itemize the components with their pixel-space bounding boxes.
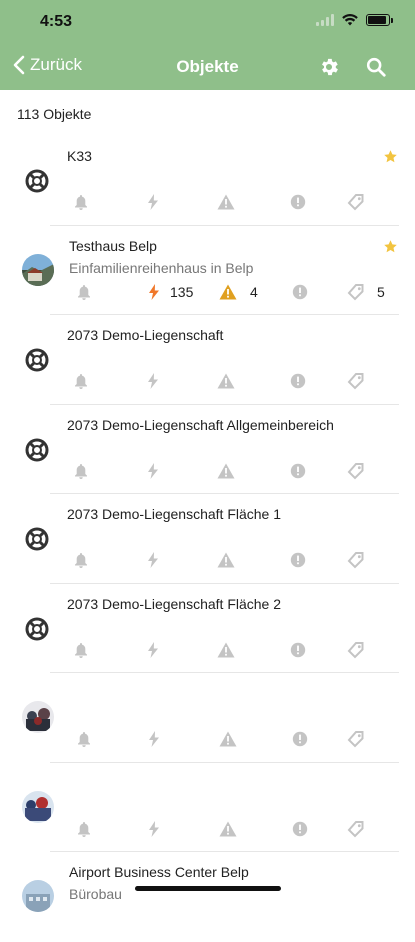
warning-icon (217, 463, 235, 478)
tags-icon (347, 462, 364, 479)
lightning-icon (148, 462, 158, 479)
object-metrics (0, 551, 415, 571)
energy-metric: 135 (148, 283, 193, 301)
lightning-icon (148, 552, 158, 568)
list-item[interactable] (0, 763, 415, 852)
warning-metric: 4 (219, 283, 258, 301)
warning-icon (217, 552, 235, 568)
bell-icon (75, 642, 87, 658)
object-photo-avatar (22, 253, 54, 286)
bell-icon (75, 553, 87, 568)
object-metrics (0, 462, 415, 482)
tags-icon (347, 641, 364, 658)
object-photo-avatar (22, 701, 54, 733)
page-title: Objekte (176, 57, 239, 76)
lifebuoy-icon (25, 527, 49, 551)
list-item[interactable]: 2073 Demo-Liegenschaft Allgemeinbereich (0, 405, 415, 494)
info-circle-icon (292, 731, 308, 747)
tags-icon (347, 194, 364, 211)
lifebuoy-icon (25, 438, 49, 461)
navigation-bar: Zurück Objekte (0, 44, 415, 90)
lifebuoy-icon (25, 169, 49, 193)
object-metrics: 135 4 5 (0, 283, 415, 303)
tags-icon (347, 283, 364, 300)
app-header: 4:53 Zurück Objekte (0, 0, 415, 90)
object-title: 2073 Demo-Liegenschaft Fläche 1 (67, 506, 282, 522)
tags-icon (347, 731, 364, 748)
object-title: 2073 Demo-Liegenschaft (67, 327, 224, 343)
object-list: K33 Testhaus Belp Einfamilienreihenhaus … (0, 136, 415, 942)
info-circle-icon (290, 194, 306, 210)
info-circle-icon (290, 552, 306, 568)
search-icon[interactable] (365, 56, 387, 78)
lightning-icon (148, 194, 158, 210)
home-indicator[interactable] (135, 886, 281, 891)
lifebuoy-icon (25, 617, 49, 640)
info-circle-icon (290, 642, 306, 657)
object-count: 113 Objekte (17, 106, 92, 122)
object-metrics (0, 820, 415, 840)
warning-icon (217, 194, 235, 210)
info-circle-icon (290, 373, 306, 389)
object-photo-avatar (22, 880, 54, 912)
status-time: 4:53 (40, 13, 73, 30)
object-metrics (0, 193, 415, 213)
lightning-icon (149, 731, 159, 747)
lightning-icon (149, 283, 159, 300)
lightning-icon (149, 820, 159, 837)
bell-icon (75, 374, 87, 389)
wifi-icon (342, 14, 358, 26)
list-item[interactable]: 2073 Demo-Liegenschaft (0, 315, 415, 405)
warning-icon (217, 642, 235, 657)
bell-icon (78, 284, 90, 300)
warning-icon (219, 284, 237, 299)
status-icons (316, 14, 393, 26)
star-icon[interactable] (383, 239, 398, 254)
object-metrics (0, 641, 415, 661)
bell-icon (75, 195, 87, 210)
info-circle-icon (290, 463, 306, 478)
object-subtitle: Einfamilienreihenhaus in Belp (69, 259, 254, 276)
bell-icon (78, 732, 90, 747)
lightning-icon (148, 641, 158, 658)
object-title: 2073 Demo-Liegenschaft Fläche 2 (67, 595, 282, 612)
status-bar: 4:53 (0, 0, 415, 44)
list-item[interactable] (0, 673, 415, 763)
tags-icon (347, 373, 364, 390)
bell-icon (75, 463, 87, 479)
bell-icon (78, 821, 90, 837)
cellular-signal-icon (316, 14, 334, 26)
list-item[interactable]: Testhaus Belp Einfamilienreihenhaus in B… (0, 226, 415, 315)
list-item[interactable]: 2073 Demo-Liegenschaft Fläche 1 (0, 494, 415, 584)
object-metrics (0, 372, 415, 392)
warning-count: 4 (250, 283, 258, 300)
gear-icon[interactable] (318, 56, 340, 78)
warning-icon (219, 821, 237, 836)
info-circle-icon (292, 284, 308, 299)
tags-icon (347, 820, 364, 837)
energy-count: 135 (170, 283, 194, 300)
tags-icon (347, 552, 364, 569)
list-item[interactable]: Airport Business Center Belp Bürobau (0, 852, 415, 942)
list-item[interactable]: K33 (0, 136, 415, 226)
object-title: 2073 Demo-Liegenschaft Allgemeinbereich (67, 416, 334, 433)
star-icon[interactable] (383, 149, 398, 164)
warning-icon (219, 731, 237, 747)
tags-count: 5 (377, 283, 385, 300)
list-item[interactable]: 2073 Demo-Liegenschaft Fläche 2 (0, 584, 415, 673)
object-metrics (0, 730, 415, 750)
tags-metric: 5 (347, 283, 385, 301)
object-title: K33 (67, 148, 92, 164)
battery-icon (366, 14, 390, 26)
info-circle-icon (292, 821, 308, 836)
warning-icon (217, 373, 235, 389)
lightning-icon (148, 373, 158, 389)
object-title: Airport Business Center Belp (69, 864, 249, 880)
object-title: Testhaus Belp (69, 237, 157, 254)
object-photo-avatar (22, 790, 54, 823)
lifebuoy-icon (25, 348, 49, 372)
